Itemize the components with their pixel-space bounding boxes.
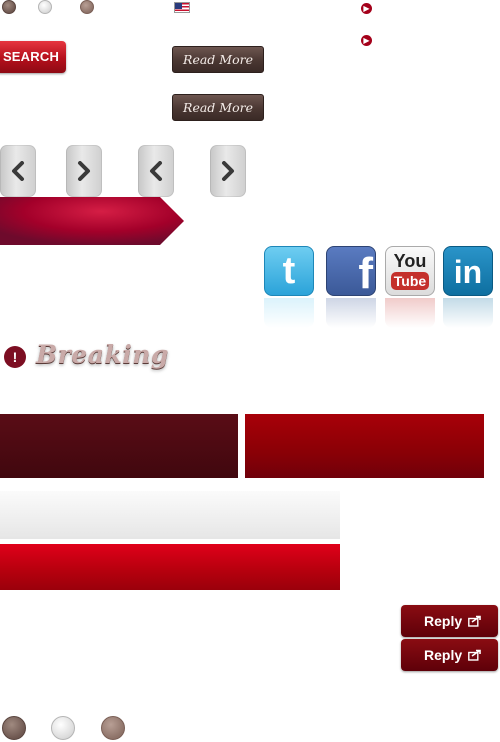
red-panel bbox=[245, 414, 484, 478]
ribbon-banner bbox=[0, 197, 184, 245]
youtube-you-text: You bbox=[393, 251, 427, 271]
twitter-reflection bbox=[264, 298, 314, 328]
prev-arrow-button[interactable] bbox=[138, 145, 174, 197]
youtube-icon[interactable]: You Tube bbox=[385, 246, 435, 296]
bright-red-panel bbox=[0, 544, 340, 590]
us-flag-icon[interactable] bbox=[174, 2, 190, 13]
facebook-glyph: f bbox=[358, 249, 373, 298]
radio-dot-brown[interactable] bbox=[2, 0, 16, 14]
linkedin-reflection bbox=[443, 298, 493, 328]
exclamation-icon: ! bbox=[4, 346, 26, 368]
breaking-label: Breaking bbox=[36, 340, 169, 369]
chevron-right-icon bbox=[222, 161, 234, 181]
twitter-glyph: t bbox=[282, 250, 296, 292]
radio-dot-white-large[interactable] bbox=[51, 716, 75, 740]
radio-dot-white[interactable] bbox=[38, 0, 52, 14]
next-arrow-button[interactable] bbox=[66, 145, 102, 197]
chevron-left-icon bbox=[12, 161, 24, 181]
prev-arrow-button[interactable] bbox=[0, 145, 36, 197]
youtube-tube-text: Tube bbox=[391, 272, 429, 290]
chevron-left-icon bbox=[150, 161, 162, 181]
facebook-reflection bbox=[326, 298, 376, 328]
reply-label: Reply bbox=[424, 613, 463, 629]
share-icon bbox=[468, 649, 481, 661]
reply-button[interactable]: Reply bbox=[401, 605, 498, 637]
linkedin-glyph: in bbox=[453, 254, 483, 290]
share-icon bbox=[468, 615, 481, 627]
radio-dot-tan-large[interactable] bbox=[101, 716, 125, 740]
read-more-button[interactable]: Read More bbox=[172, 94, 264, 121]
light-panel bbox=[0, 491, 340, 539]
twitter-icon[interactable]: t bbox=[264, 246, 314, 296]
radio-dot-brown-large[interactable] bbox=[2, 716, 26, 740]
read-more-button[interactable]: Read More bbox=[172, 46, 264, 73]
youtube-reflection bbox=[385, 298, 435, 328]
search-button[interactable]: SEARCH bbox=[0, 41, 66, 73]
linkedin-icon[interactable]: in bbox=[443, 246, 493, 296]
arrow-bullet-icon: ▶ bbox=[361, 3, 372, 14]
chevron-right-icon bbox=[78, 161, 90, 181]
facebook-icon[interactable]: f bbox=[326, 246, 376, 298]
dark-red-panel bbox=[0, 414, 238, 478]
next-arrow-button[interactable] bbox=[210, 145, 246, 197]
arrow-bullet-icon: ▶ bbox=[361, 35, 372, 46]
radio-dot-tan[interactable] bbox=[80, 0, 94, 14]
reply-label: Reply bbox=[424, 647, 463, 663]
reply-button[interactable]: Reply bbox=[401, 639, 498, 671]
